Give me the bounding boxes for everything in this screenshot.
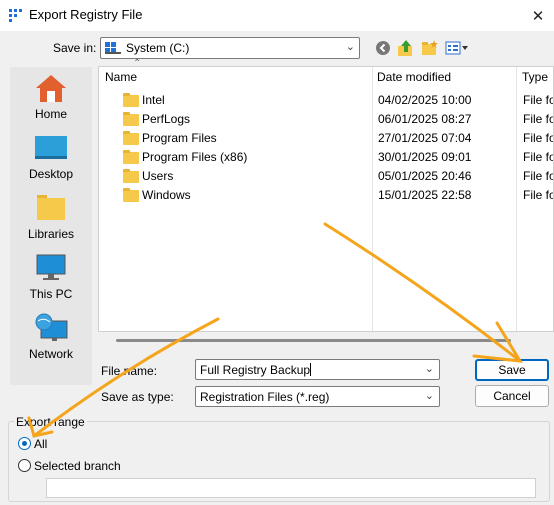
file-type: File fo bbox=[523, 131, 554, 145]
folder-icon bbox=[123, 188, 139, 202]
place-label: Libraries bbox=[27, 227, 75, 241]
back-arrow-icon bbox=[376, 41, 390, 55]
radio-all[interactable] bbox=[18, 437, 31, 450]
cancel-button[interactable]: Cancel bbox=[475, 385, 549, 407]
selected-branch-input[interactable] bbox=[46, 478, 536, 498]
place-label: Home bbox=[34, 107, 67, 121]
desktop-icon bbox=[35, 136, 67, 159]
file-date: 05/01/2025 20:46 bbox=[378, 169, 472, 183]
export-range-title: Export range bbox=[14, 415, 87, 429]
view-menu-button[interactable] bbox=[444, 38, 470, 58]
chevron-down-icon: ⌄ bbox=[424, 390, 434, 402]
file-date: 27/01/2025 07:04 bbox=[378, 131, 472, 145]
registry-app-icon bbox=[9, 9, 22, 22]
file-row[interactable]: Users 05/01/2025 20:46 File fo bbox=[99, 167, 554, 186]
chevron-down-icon: ⌄ bbox=[345, 41, 355, 53]
radio-all-label[interactable]: All bbox=[34, 437, 47, 451]
places-bar: Home Desktop Libraries This PC Network bbox=[10, 67, 92, 385]
radio-selected-branch-label[interactable]: Selected branch bbox=[34, 459, 121, 473]
file-name-label: File name: bbox=[101, 364, 158, 378]
place-desktop[interactable]: Desktop bbox=[10, 127, 92, 187]
file-type: File fo bbox=[523, 112, 554, 126]
up-one-level-button[interactable] bbox=[396, 38, 416, 58]
column-header-type[interactable]: Type bbox=[522, 70, 548, 84]
home-icon bbox=[36, 75, 66, 102]
text-cursor bbox=[310, 363, 311, 376]
place-label: Network bbox=[28, 347, 73, 361]
save-button[interactable]: Save bbox=[475, 359, 549, 381]
place-network[interactable]: Network bbox=[10, 307, 92, 367]
file-name-value: Full Registry Backup bbox=[200, 363, 311, 377]
file-date: 15/01/2025 22:58 bbox=[378, 188, 472, 202]
save-as-type-dropdown[interactable]: Registration Files (*.reg) ⌄ bbox=[195, 386, 440, 407]
file-type: File fo bbox=[523, 93, 554, 107]
file-type: File fo bbox=[523, 188, 554, 202]
new-folder-icon bbox=[422, 40, 438, 55]
file-name: Windows bbox=[142, 188, 191, 202]
file-name: Program Files (x86) bbox=[142, 150, 248, 164]
file-type: File fo bbox=[523, 169, 554, 183]
file-row[interactable]: Windows 15/01/2025 22:58 File fo bbox=[99, 186, 554, 205]
network-icon bbox=[35, 313, 68, 341]
column-header-date[interactable]: Date modified bbox=[377, 70, 451, 84]
save-in-label: Save in: bbox=[53, 41, 97, 55]
drive-icon bbox=[105, 42, 121, 54]
file-name: Program Files bbox=[142, 131, 217, 145]
place-this-pc[interactable]: This PC bbox=[10, 247, 92, 307]
folder-icon bbox=[123, 131, 139, 145]
view-menu-icon bbox=[445, 41, 468, 55]
save-as-type-label: Save as type: bbox=[101, 390, 174, 404]
scrollbar-thumb[interactable] bbox=[116, 339, 511, 342]
save-in-dropdown[interactable]: System (C:) ⌄ bbox=[100, 37, 360, 59]
folder-icon bbox=[123, 93, 139, 107]
radio-selected-branch[interactable] bbox=[18, 459, 31, 472]
place-libraries[interactable]: Libraries bbox=[10, 187, 92, 247]
file-row[interactable]: PerfLogs 06/01/2025 08:27 File fo bbox=[99, 110, 554, 129]
folder-icon bbox=[123, 112, 139, 126]
file-name: Users bbox=[142, 169, 174, 183]
file-row[interactable]: Program Files 27/01/2025 07:04 File fo bbox=[99, 129, 554, 148]
back-button[interactable] bbox=[373, 38, 393, 58]
new-folder-button[interactable] bbox=[420, 38, 440, 58]
file-name-input[interactable]: Full Registry Backup ⌄ bbox=[195, 359, 440, 380]
place-label: This PC bbox=[29, 287, 73, 301]
chevron-down-icon[interactable]: ⌄ bbox=[425, 362, 434, 375]
folder-icon bbox=[123, 169, 139, 183]
place-label: Desktop bbox=[28, 167, 74, 181]
file-type: File fo bbox=[523, 150, 554, 164]
close-button[interactable]: ✕ bbox=[522, 0, 554, 31]
window-title: Export Registry File bbox=[29, 7, 143, 22]
file-date: 06/01/2025 08:27 bbox=[378, 112, 472, 126]
place-home[interactable]: Home bbox=[10, 67, 92, 127]
file-row[interactable]: Program Files (x86) 30/01/2025 09:01 Fil… bbox=[99, 148, 554, 167]
folder-icon bbox=[123, 150, 139, 164]
file-date: 04/02/2025 10:00 bbox=[378, 93, 472, 107]
this-pc-icon bbox=[36, 254, 66, 280]
column-header-name[interactable]: Name bbox=[105, 70, 137, 84]
up-folder-icon bbox=[398, 40, 412, 56]
file-name: Intel bbox=[142, 93, 165, 107]
file-row[interactable]: Intel 04/02/2025 10:00 File fo bbox=[99, 91, 554, 110]
title-bar: Export Registry File ✕ bbox=[0, 0, 554, 31]
libraries-icon bbox=[37, 195, 65, 220]
file-date: 30/01/2025 09:01 bbox=[378, 150, 472, 164]
save-as-type-value: Registration Files (*.reg) bbox=[200, 390, 330, 404]
horizontal-scrollbar[interactable] bbox=[98, 332, 554, 349]
save-in-value: System (C:) bbox=[126, 41, 190, 55]
file-name: PerfLogs bbox=[142, 112, 191, 126]
file-list[interactable]: Name Date modified Type Intel 04/02/2025… bbox=[98, 66, 554, 332]
